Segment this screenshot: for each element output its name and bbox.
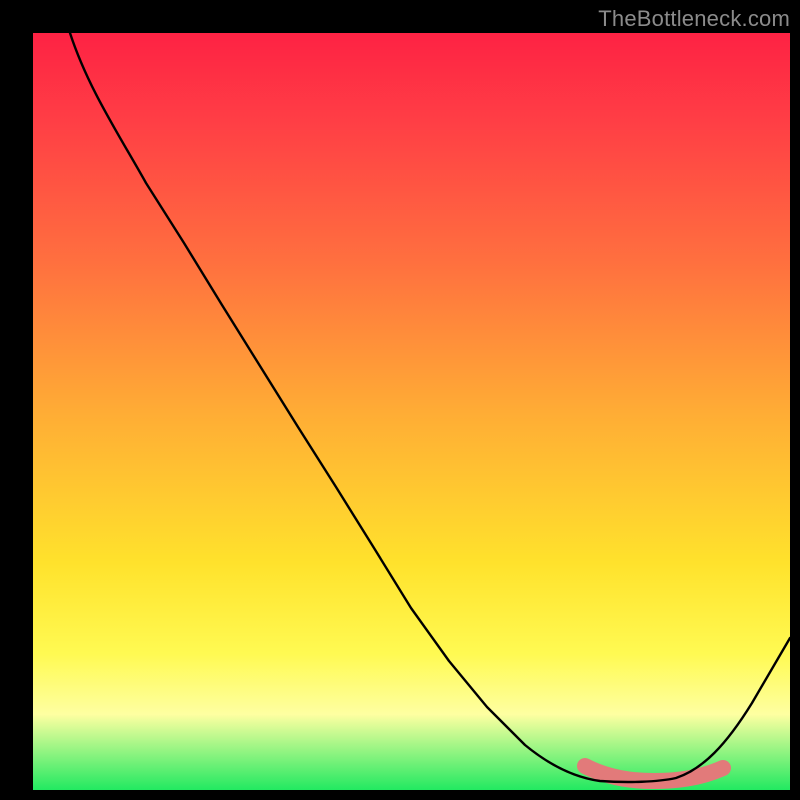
curve-overlay <box>33 33 790 790</box>
highlight-band <box>585 766 723 781</box>
chart-frame: TheBottleneck.com <box>0 0 800 800</box>
bottleneck-curve <box>70 33 790 782</box>
watermark-label: TheBottleneck.com <box>598 6 790 32</box>
plot-area <box>33 33 790 790</box>
